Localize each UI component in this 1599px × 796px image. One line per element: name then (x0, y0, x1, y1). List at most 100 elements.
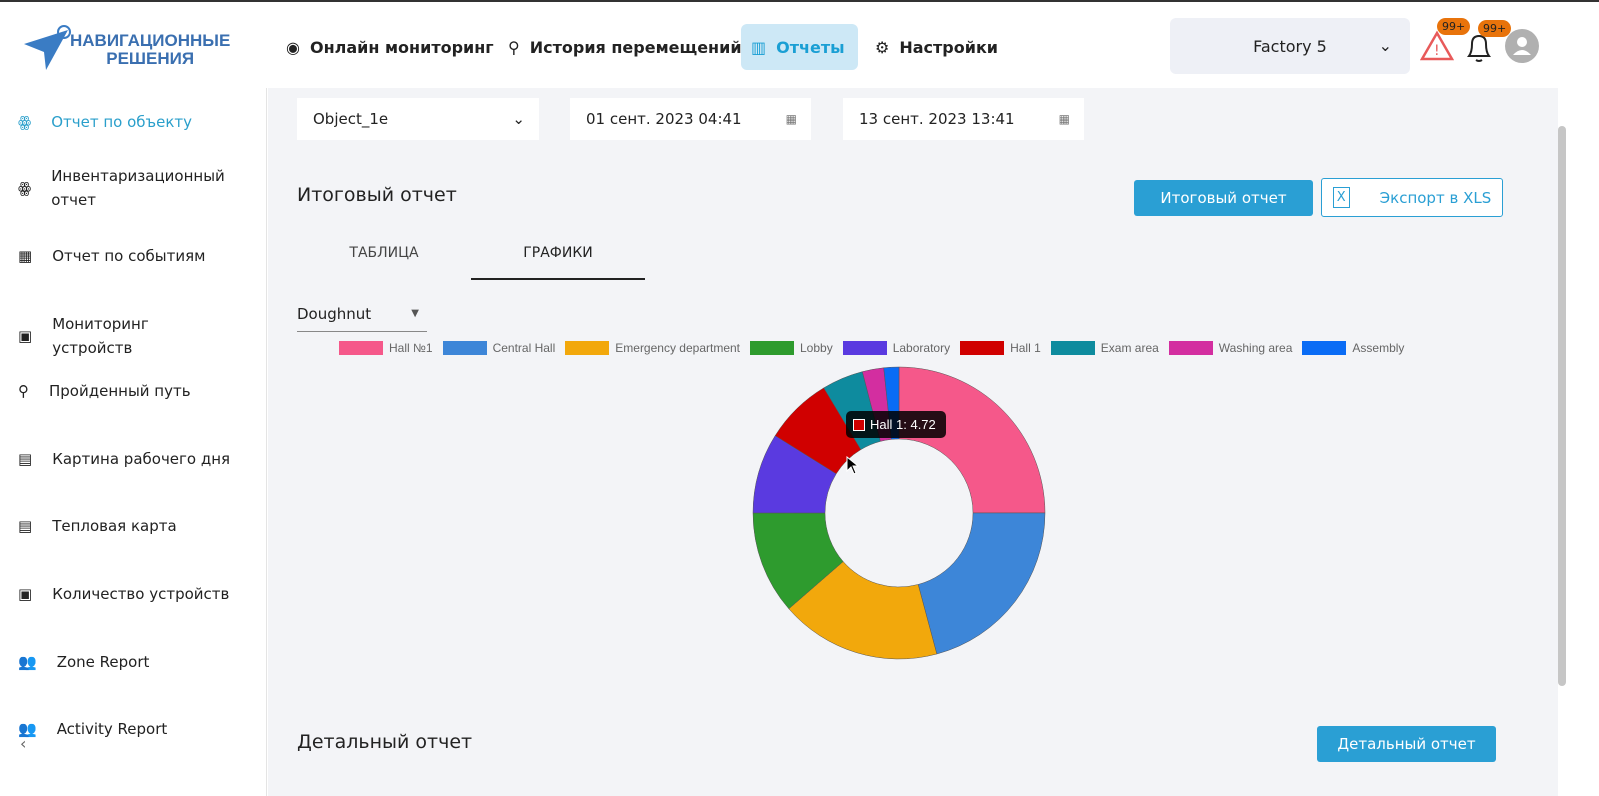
legend-item[interactable]: Washing area (1168, 341, 1293, 355)
sidebar-item-label: Тепловая карта (52, 517, 177, 535)
nav-label: Онлайн мониторинг (309, 37, 494, 57)
end-date-input[interactable]: 13 сент. 2023 13:41 ▦ (843, 98, 1084, 140)
factory-select[interactable]: Factory 5 ⌄ (1170, 18, 1410, 74)
legend-label: Emergency department (615, 341, 740, 355)
excel-icon: X (1332, 187, 1350, 208)
legend-label: Laboratory (892, 341, 951, 355)
sidebar-item-zone-report[interactable]: 👥 Zone Report (18, 650, 237, 674)
legend-label: Hall №1 (389, 341, 433, 355)
doughnut-slice[interactable] (917, 512, 1046, 655)
legend-swatch (1168, 341, 1213, 355)
legend-label: Hall 1 (1010, 341, 1041, 355)
tooltip-swatch (853, 418, 865, 431)
legend-item[interactable]: Lobby (750, 341, 833, 355)
nav-history[interactable]: ⚲ История перемещений (498, 24, 752, 70)
legend-item[interactable]: Central Hall (442, 341, 555, 355)
end-date-value: 13 сент. 2023 13:41 (859, 110, 1015, 128)
legend-item[interactable]: Hall 1 (960, 341, 1041, 355)
chart-tooltip: Hall 1: 4.72 (846, 411, 946, 438)
eye-icon: ◉ (286, 37, 300, 57)
calendar-icon[interactable]: ▦ (786, 112, 797, 126)
monitor-icon: ▣ (18, 585, 33, 603)
sidebar-item-heatmap[interactable]: ▤ Тепловая карта (18, 514, 232, 538)
people-icon: 👥 (18, 653, 37, 671)
doughnut-slice[interactable] (898, 366, 1046, 514)
export-label: Экспорт в XLS (1379, 188, 1492, 207)
export-xls-button[interactable]: X Экспорт в XLS (1321, 178, 1503, 217)
sidebar-item-label: Пройденный путь (49, 382, 191, 400)
nav-online-monitoring[interactable]: ◉ Онлайн мониторинг (276, 24, 504, 70)
sidebar-item-label: Картина рабочего дня (52, 450, 231, 468)
start-date-value: 01 сент. 2023 04:41 (586, 110, 742, 128)
legend-item[interactable]: Laboratory (842, 341, 951, 355)
user-icon (1513, 37, 1531, 55)
factory-value: Factory 5 (1253, 36, 1327, 56)
nav-label: Отчеты (776, 37, 845, 57)
sidebar-item-label: Отчет по событиям (52, 247, 206, 265)
legend-swatch (1302, 341, 1347, 355)
scrollbar[interactable] (1558, 88, 1599, 796)
map-icon: ▤ (18, 517, 33, 535)
route-icon: ⚲ (508, 37, 520, 57)
legend-label: Exam area (1100, 341, 1159, 355)
tab-charts[interactable]: ГРАФИКИ (471, 236, 645, 280)
sidebar-item-label: Zone Report (56, 653, 150, 671)
sidebar: ꙮ Отчет по объекту ꙮ Инвентаризационный от… (0, 88, 267, 796)
scrollbar-thumb[interactable] (1558, 126, 1566, 686)
nav-reports[interactable]: ▥ Отчеты (741, 24, 858, 70)
doughnut-chart[interactable] (740, 360, 1060, 670)
sidebar-item-label: Инвентаризационный отчет (51, 167, 225, 209)
legend-swatch (960, 341, 1005, 355)
chart-legend: Hall №1 Central Hall Emergency department L… (339, 341, 1404, 355)
sidebar-item-device-monitoring[interactable]: ▣ Мониторинг устройств (18, 312, 232, 360)
legend-item[interactable]: Assembly (1302, 341, 1404, 355)
summary-report-button[interactable]: Итоговый отчет (1134, 180, 1313, 216)
legend-swatch (565, 341, 610, 355)
detail-report-button[interactable]: Детальный отчет (1317, 726, 1496, 762)
object-select[interactable]: Object_1e ⌄ (297, 98, 539, 140)
legend-swatch (442, 341, 487, 355)
chevron-down-icon: ⌄ (1378, 36, 1392, 55)
sidebar-item-label: Мониторинг устройств (52, 315, 149, 357)
legend-label: Washing area (1218, 341, 1293, 355)
logo-text: НАВИГАЦИОННЫЕ (70, 31, 231, 50)
sidebar-item-label: Отчет по объекту (51, 113, 193, 131)
legend-label: Lobby (800, 341, 833, 355)
sidebar-item-label: Activity Report (56, 720, 168, 738)
chevron-down-icon: ⌄ (512, 110, 525, 128)
legend-item[interactable]: Hall №1 (339, 341, 433, 355)
sidebar-item-device-count[interactable]: ▣ Количество устройств (18, 582, 232, 606)
nav-settings[interactable]: ⚙ Настройки (865, 24, 1008, 70)
legend-item[interactable]: Emergency department (565, 341, 740, 355)
dropdown-arrow-icon: ▼ (411, 308, 419, 319)
tooltip-label: Hall 1: 4.72 (870, 417, 936, 432)
object-value: Object_1e (313, 110, 389, 128)
summary-title: Итоговый отчет (297, 184, 457, 206)
sidebar-item-events[interactable]: ▦ Отчет по событиям (18, 244, 232, 268)
chart-type-value: Doughnut (297, 305, 372, 323)
calendar-icon: ▦ (18, 247, 33, 265)
sidebar-item-activity-report[interactable]: 👥 Activity Report (18, 717, 237, 741)
chart-type-select[interactable]: Doughnut ▼ (297, 300, 427, 332)
legend-swatch (339, 341, 383, 355)
nav-label: История перемещений (529, 37, 742, 57)
logo[interactable]: НАВИГАЦИОННЫЕ РЕШЕНИЯ (22, 24, 242, 74)
tab-table[interactable]: ТАБЛИЦА (297, 236, 471, 280)
logo-icon (24, 25, 71, 70)
sidebar-item-inventory[interactable]: ꙮ Инвентаризационный отчет (18, 164, 231, 212)
collapse-chevron-icon[interactable]: ‹ (20, 734, 26, 753)
detail-title: Детальный отчет (297, 731, 473, 753)
svg-text:!: ! (1434, 43, 1440, 59)
sidebar-item-path[interactable]: ⚲ Пройденный путь (18, 379, 229, 403)
nav-label: Настройки (899, 37, 999, 57)
header: НАВИГАЦИОННЫЕ РЕШЕНИЯ ◉ Онлайн мониторинг … (0, 0, 1599, 88)
mouse-cursor-icon (846, 456, 860, 475)
map-icon: ▤ (18, 450, 33, 468)
start-date-input[interactable]: 01 сент. 2023 04:41 ▦ (570, 98, 811, 140)
sidebar-item-workday[interactable]: ▤ Картина рабочего дня (18, 447, 232, 471)
legend-item[interactable]: Exam area (1050, 341, 1159, 355)
monitor-icon: ▣ (18, 327, 33, 345)
calendar-icon[interactable]: ▦ (1059, 112, 1070, 126)
sidebar-item-object-report[interactable]: ꙮ Отчет по объекту (18, 110, 231, 134)
avatar[interactable] (1505, 29, 1539, 63)
